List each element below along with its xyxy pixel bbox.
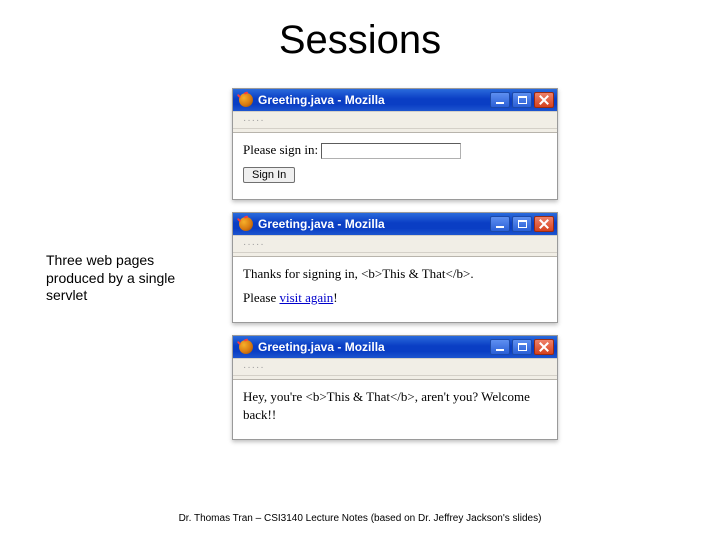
menubar-placeholder: ····· [237, 239, 271, 250]
close-button[interactable] [534, 216, 554, 232]
maximize-icon [518, 343, 527, 351]
browser-window-2: Greeting.java - Mozilla ····· Thanks for… [232, 212, 558, 323]
close-icon [539, 219, 549, 229]
thanks-line: Thanks for signing in, <b>This & That</b… [243, 265, 547, 283]
titlebar: Greeting.java - Mozilla [233, 336, 557, 358]
slide-title: Sessions [0, 18, 720, 63]
maximize-button[interactable] [512, 216, 532, 232]
maximize-icon [518, 220, 527, 228]
visit-suffix: ! [333, 290, 337, 305]
caption-text: Three web pages produced by a single ser… [46, 252, 196, 305]
visit-again-line: Please visit again! [243, 289, 547, 307]
page-content-2: Thanks for signing in, <b>This & That</b… [233, 257, 557, 322]
slide: Sessions Three web pages produced by a s… [0, 0, 720, 540]
browser-window-3: Greeting.java - Mozilla ····· Hey, you'r… [232, 335, 558, 440]
minimize-icon [496, 226, 504, 228]
close-icon [539, 342, 549, 352]
minimize-button[interactable] [490, 216, 510, 232]
page-content-3: Hey, you're <b>This & That</b>, aren't y… [233, 380, 557, 439]
close-button[interactable] [534, 339, 554, 355]
menubar: ····· [233, 235, 557, 253]
window-buttons [490, 339, 554, 355]
minimize-button[interactable] [490, 92, 510, 108]
browser-window-1: Greeting.java - Mozilla ····· Please sig… [232, 88, 558, 200]
maximize-button[interactable] [512, 92, 532, 108]
visit-again-link[interactable]: visit again [279, 290, 333, 305]
close-icon [539, 95, 549, 105]
titlebar: Greeting.java - Mozilla [233, 213, 557, 235]
visit-prefix: Please [243, 290, 279, 305]
window-title: Greeting.java - Mozilla [258, 217, 490, 231]
slide-footer: Dr. Thomas Tran – CSI3140 Lecture Notes … [0, 513, 720, 524]
menubar: ····· [233, 358, 557, 376]
menubar-placeholder: ····· [237, 362, 271, 373]
mozilla-icon [239, 93, 253, 107]
signin-label: Please sign in: [243, 142, 318, 157]
mozilla-icon [239, 217, 253, 231]
window-buttons [490, 216, 554, 232]
titlebar: Greeting.java - Mozilla [233, 89, 557, 111]
close-button[interactable] [534, 92, 554, 108]
window-stack: Greeting.java - Mozilla ····· Please sig… [232, 88, 558, 440]
window-buttons [490, 92, 554, 108]
menubar: ····· [233, 111, 557, 129]
page-content-1: Please sign in: Sign In [233, 133, 557, 199]
signin-input[interactable] [321, 143, 461, 159]
signin-button[interactable]: Sign In [243, 167, 295, 183]
minimize-button[interactable] [490, 339, 510, 355]
minimize-icon [496, 349, 504, 351]
window-title: Greeting.java - Mozilla [258, 340, 490, 354]
minimize-icon [496, 102, 504, 104]
welcome-back-text: Hey, you're <b>This & That</b>, aren't y… [243, 388, 547, 423]
menubar-placeholder: ····· [237, 115, 271, 126]
window-title: Greeting.java - Mozilla [258, 93, 490, 107]
mozilla-icon [239, 340, 253, 354]
maximize-icon [518, 96, 527, 104]
maximize-button[interactable] [512, 339, 532, 355]
